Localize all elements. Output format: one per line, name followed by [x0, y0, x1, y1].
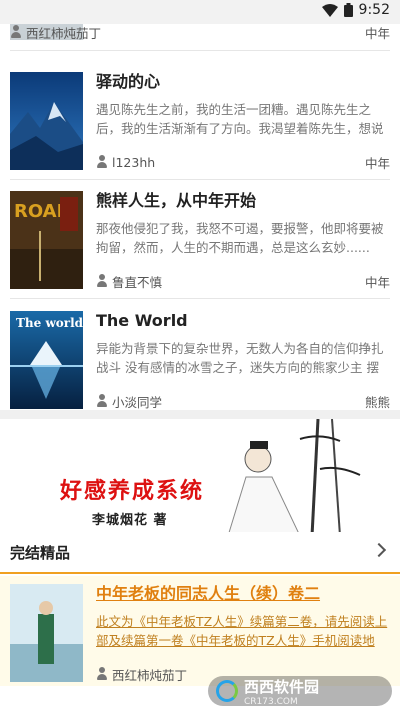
book-cover: [10, 584, 83, 682]
cover-text: The world: [16, 316, 83, 330]
book-tag: 熊熊: [364, 394, 390, 410]
book-author: 小淡同学: [112, 394, 163, 410]
user-icon: [96, 155, 108, 169]
book-tag: 中年: [364, 155, 390, 171]
book-description: 那夜他侵犯了我，我怒不可遏，要报警，他即将要被拘留，然而，人生的不期而遇，总是这…: [96, 221, 384, 255]
banner-title: 好感养成系统: [60, 478, 205, 504]
book-item[interactable]: The world The World 异能为背景下的复杂世界，无数人为各自的信…: [10, 311, 390, 411]
book-meta: l123hh 中年: [96, 154, 390, 171]
section-header[interactable]: 完结精品: [0, 532, 400, 574]
book-cover: ROAD: [10, 191, 83, 289]
book-author: 鲁直不慎: [112, 274, 163, 290]
status-bar: 9:52: [0, 0, 400, 24]
book-meta: 鲁直不慎 中年: [96, 273, 390, 290]
book-title[interactable]: 驿动的心: [96, 72, 390, 92]
section-title: 完结精品: [10, 544, 71, 562]
promo-banner[interactable]: 好感养成系统 李城烟花 著: [0, 419, 400, 536]
watermark-icon: [216, 680, 238, 702]
book-meta: 西红柿炖茄丁 中年: [10, 24, 390, 41]
divider: [10, 179, 390, 180]
divider: [10, 298, 390, 299]
book-author: l123hh: [112, 154, 156, 170]
book-title[interactable]: 熊样人生，从中年开始: [96, 191, 390, 211]
divider: [10, 50, 390, 51]
user-icon: [96, 274, 108, 288]
featured-book-panel[interactable]: 中年老板的同志人生（续）卷二 此文为《中年老板TZ人生》续篇第二卷，请先阅读上部…: [0, 576, 400, 686]
book-item[interactable]: 驿动的心 遇见陈先生之前，我的生活一团糟。遇见陈先生之后，我的生活渐渐有了方向。…: [10, 72, 390, 172]
status-icons: 9:52: [321, 2, 390, 18]
clock: 9:52: [358, 2, 390, 18]
battery-icon: [343, 3, 353, 17]
book-item[interactable]: 中年老板的同志人生（续）卷二 此文为《中年老板TZ人生》续篇第二卷，请先阅读上部…: [10, 584, 390, 684]
book-title[interactable]: 中年老板的同志人生（续）卷二: [96, 584, 390, 604]
watermark-logo: 西西软件园 CR173.COM: [208, 676, 392, 707]
book-meta: 小淡同学 熊熊: [96, 393, 390, 410]
user-icon: [96, 394, 108, 408]
book-author: 西红柿炖茄丁: [26, 25, 102, 41]
book-cover: The world: [10, 311, 83, 409]
book-author: 西红柿炖茄丁: [112, 667, 188, 683]
book-tag: 中年: [364, 274, 390, 290]
book-description: 遇见陈先生之前，我的生活一团糟。遇见陈先生之后，我的生活渐渐有了方向。我渴望着陈…: [96, 102, 384, 136]
user-icon: [10, 25, 22, 39]
book-tag: 中年: [364, 25, 390, 41]
book-cover: [10, 72, 83, 170]
user-icon: [96, 667, 108, 681]
watermark-brand: 西西软件园: [244, 677, 320, 696]
wifi-icon: [321, 3, 338, 17]
chevron-right-icon[interactable]: [371, 542, 387, 558]
book-title[interactable]: The World: [96, 311, 390, 331]
book-item[interactable]: ROAD 熊样人生，从中年开始 那夜他侵犯了我，我怒不可遏，要报警，他即将要被拘…: [10, 191, 390, 291]
book-description: 此文为《中年老板TZ人生》续篇第二卷，请先阅读上部及续篇第一卷《中年老板的TZ人…: [96, 614, 388, 648]
book-description: 异能为背景下的复杂世界，无数人为各自的信仰挣扎战斗 没有感情的冰雪之子，迷失方向…: [96, 341, 384, 375]
banner-byline: 李城烟花 著: [92, 513, 168, 528]
watermark-url: CR173.COM: [244, 696, 298, 707]
